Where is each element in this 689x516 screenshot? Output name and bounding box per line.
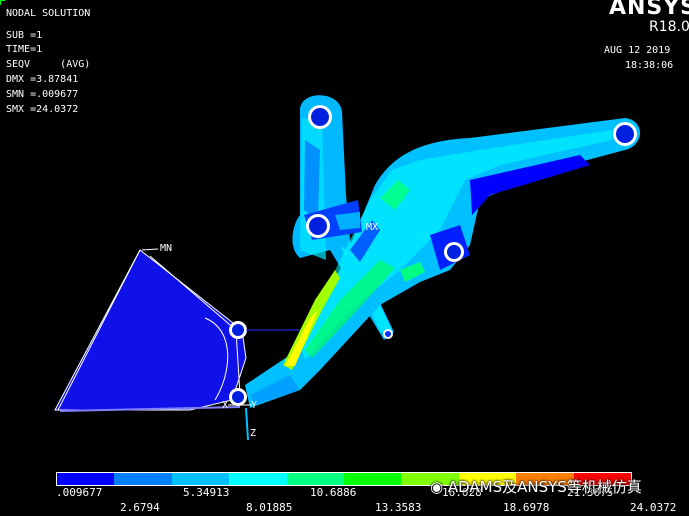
triad-z-label: Z bbox=[250, 428, 257, 439]
triad-y-label: Y bbox=[251, 400, 258, 411]
coordinate-triad bbox=[228, 404, 252, 441]
watermark-text: ADAMS及ANSYS等机械仿真 bbox=[447, 478, 642, 496]
watermark: ◉ ADAMS及ANSYS等机械仿真 bbox=[430, 478, 642, 496]
legend-tick: 5.34913 bbox=[183, 486, 230, 499]
legend-tick: 10.6886 bbox=[310, 486, 357, 499]
legend-tick: 18.6978 bbox=[503, 501, 550, 514]
legend-tick: 24.0372 bbox=[630, 501, 677, 514]
max-marker-label: MX bbox=[366, 222, 379, 233]
bucket bbox=[54, 249, 247, 412]
legend-color-band bbox=[344, 473, 402, 485]
contour-plot bbox=[54, 95, 640, 441]
legend-tick: 8.01885 bbox=[246, 501, 293, 514]
legend-tick: 2.6794 bbox=[120, 501, 160, 514]
legend-color-band bbox=[171, 473, 230, 485]
ansys-graphics-window: NODAL SOLUTION SUB =1 TIME=1 SEQV (AVG) … bbox=[0, 0, 689, 516]
legend-color-band bbox=[57, 473, 115, 485]
min-marker-label: MN bbox=[160, 243, 173, 254]
triad-x-label: X bbox=[222, 400, 229, 411]
legend-color-band bbox=[229, 473, 287, 485]
legend-tick: 13.3583 bbox=[375, 501, 422, 514]
legend-tick: .009677 bbox=[56, 486, 103, 499]
legend-color-band bbox=[114, 473, 172, 485]
min-marker-line bbox=[141, 248, 159, 251]
legend-color-band bbox=[286, 473, 345, 485]
